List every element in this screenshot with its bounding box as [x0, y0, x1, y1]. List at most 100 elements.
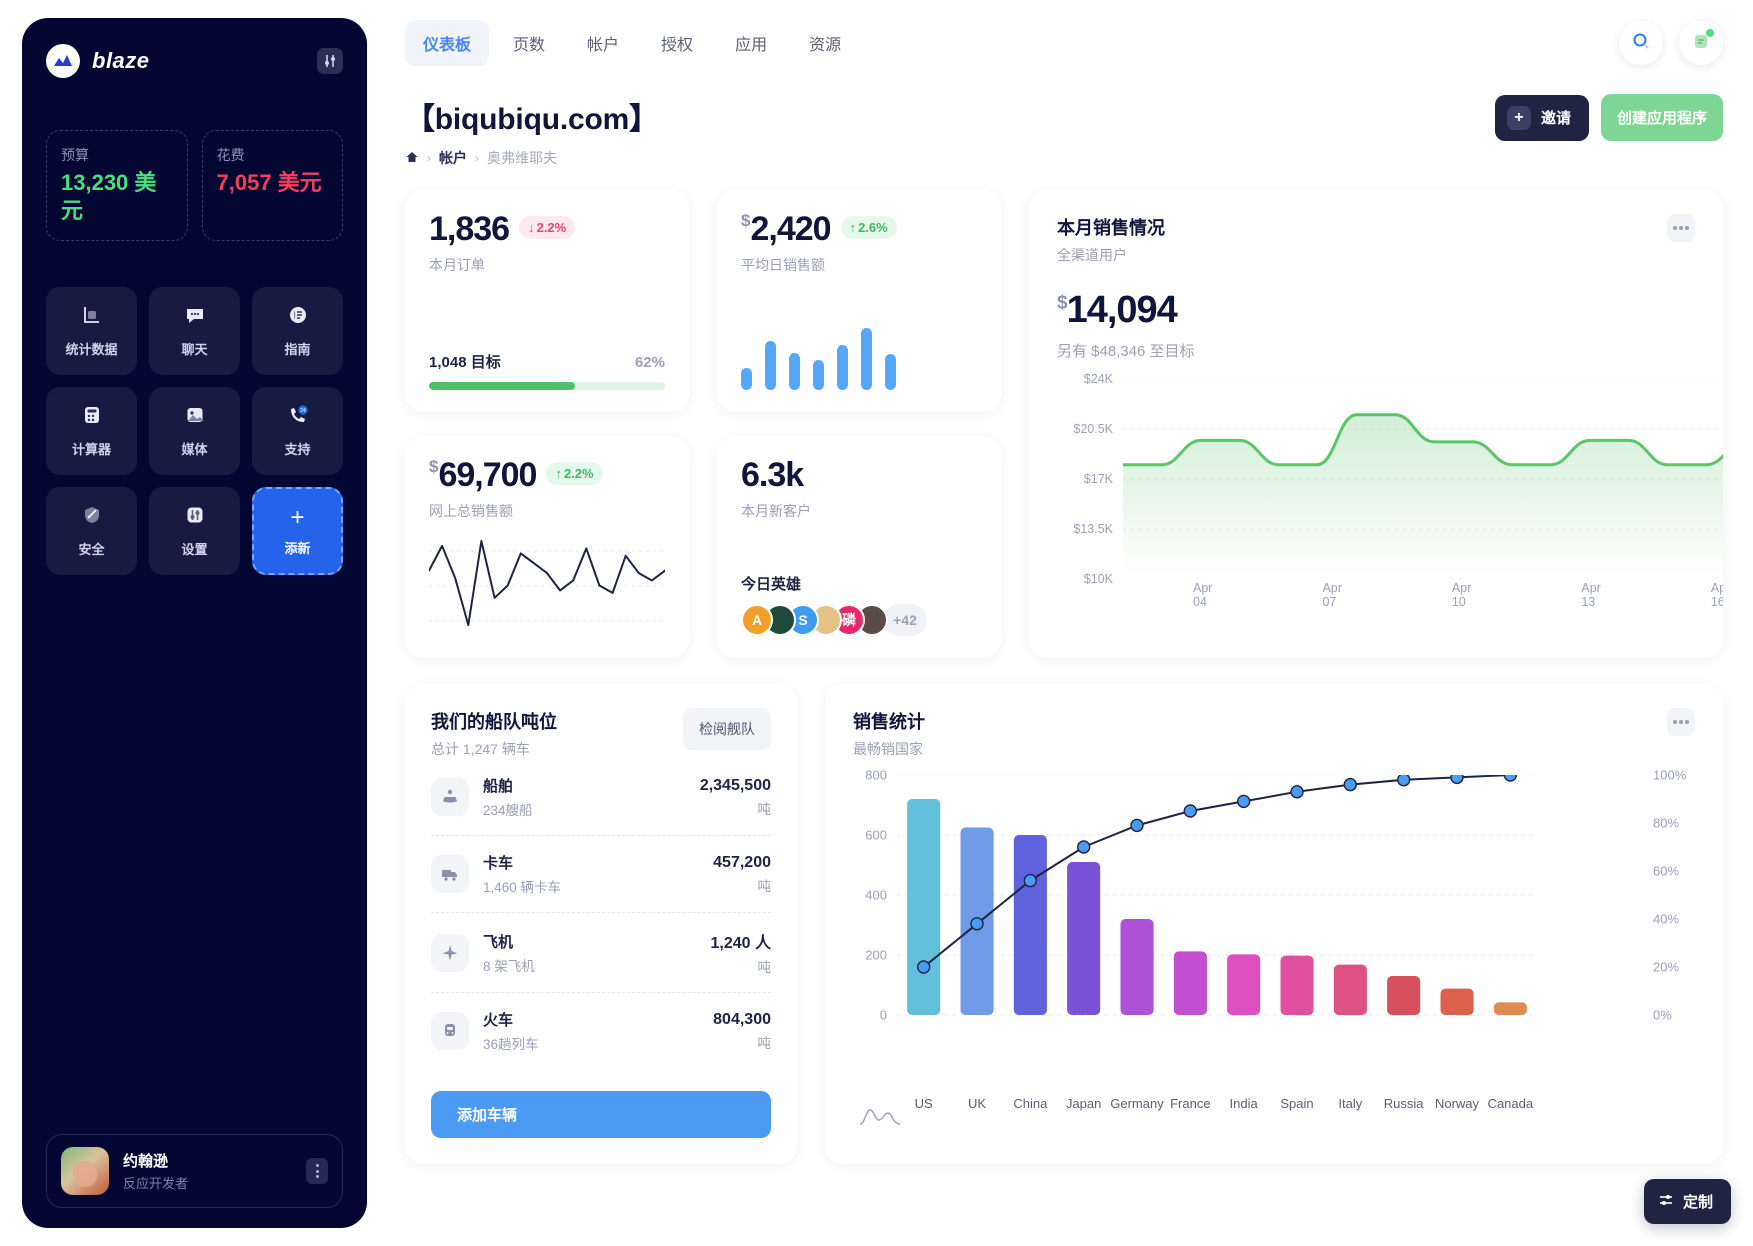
avatar-initial[interactable]: A	[741, 604, 773, 636]
tab-applications[interactable]: 应用	[717, 20, 785, 66]
orders-goal-percent: 62%	[634, 354, 665, 371]
support-24-icon: 24	[287, 404, 309, 431]
row-text: 船舶 234艘船	[483, 775, 533, 819]
blaze-logo-icon	[46, 44, 80, 78]
orders-goal-label: 1,048 目标	[429, 354, 501, 371]
currency-symbol: $	[741, 211, 751, 230]
minibar	[885, 354, 896, 390]
fleet-subtitle: 总计 1,247 辆车	[431, 741, 530, 757]
page-header: 【biqubiqu.com】 › 帐户 › 奥弗维耶夫 + 邀请 创建应用程序	[405, 94, 1723, 168]
train-icon	[431, 1012, 469, 1050]
tab-pages[interactable]: 页数	[495, 20, 563, 66]
orders-goal-row: 1,048 目标 62%	[429, 351, 665, 372]
profile-menu-icon[interactable]	[306, 1158, 328, 1184]
create-app-button[interactable]: 创建应用程序	[1600, 94, 1723, 141]
page-header-text: 【biqubiqu.com】 › 帐户 › 奥弗维耶夫	[405, 94, 659, 168]
tile-statistics[interactable]: 统计数据	[46, 287, 137, 375]
tile-calculator[interactable]: 计算器	[46, 387, 137, 475]
table-row[interactable]: 火车 36趟列车 804,300 吨	[431, 993, 771, 1069]
svg-text:24: 24	[300, 408, 306, 414]
stats-head: 销售统计 最畅销国家	[853, 708, 1695, 759]
sidebar-sliders-icon[interactable]	[317, 48, 343, 74]
row-values: 457,200 吨	[713, 854, 771, 895]
tile-label: 统计数据	[65, 342, 118, 357]
minibar	[861, 328, 872, 390]
stats-subtitle: 最畅销国家	[853, 741, 923, 757]
review-fleet-button[interactable]: 检阅舰队	[683, 708, 771, 750]
data-point	[1237, 794, 1251, 809]
axis-tick-label: Germany	[1110, 1096, 1164, 1111]
tile-chat[interactable]: 聊天	[149, 287, 240, 375]
budget-card-budget: 预算 13,230 美元	[46, 130, 188, 241]
breadcrumb-current: 奥弗维耶夫	[487, 150, 557, 166]
add-vehicle-button[interactable]: 添加车辆	[431, 1091, 771, 1138]
bar	[1333, 964, 1367, 1015]
row-name: 飞机	[483, 933, 514, 951]
top-navigation: 仪表板 页数 帐户 授权 应用 资源	[405, 20, 1723, 66]
table-row[interactable]: 卡车 1,460 辆卡车 457,200 吨	[431, 836, 771, 913]
monthly-sales-value: $14,094	[1057, 289, 1695, 332]
more-dots-icon[interactable]	[1667, 214, 1695, 242]
user-profile-card[interactable]: 约翰逊 反应开发者	[46, 1134, 343, 1208]
tile-support[interactable]: 24 支持	[252, 387, 343, 475]
total-sales-head: $69,700 ↑ 2.2%	[429, 458, 665, 492]
budget-card-spend: 花费 7,057 美元	[201, 130, 343, 241]
table-row[interactable]: 飞机 8 架飞机 1,240 人 吨	[431, 913, 771, 993]
row-meta: 234艘船	[483, 803, 533, 818]
home-icon[interactable]	[405, 150, 419, 167]
axis-tick-label: 400	[865, 887, 887, 903]
customize-button[interactable]: 定制	[1643, 1179, 1731, 1224]
invite-label: 邀请	[1540, 110, 1571, 127]
tab-accounts[interactable]: 帐户	[569, 20, 637, 66]
notifications-button[interactable]	[1679, 21, 1723, 65]
search-button[interactable]	[1619, 21, 1663, 65]
calculator-icon	[81, 404, 103, 431]
data-point	[917, 960, 931, 974]
more-dots-icon[interactable]	[1667, 708, 1695, 736]
orders-change-badge: ↓ 2.2%	[519, 216, 576, 239]
kpi-column-left: 1,836 ↓ 2.2% 本月订单 1,048 目标 62% $69,700 ↑…	[405, 190, 689, 658]
currency-symbol: $	[1057, 292, 1068, 314]
axis-tick-label: $17K	[1083, 472, 1113, 486]
total-sales-change-value: 2.2%	[563, 466, 594, 481]
table-row[interactable]: 船舶 234艘船 2,345,500 吨	[431, 759, 771, 836]
bottom-row: 我们的船队吨位 总计 1,247 辆车 检阅舰队 船舶 234艘船 2,345,…	[405, 684, 1723, 1164]
axis-tick-label: 20%	[1653, 959, 1680, 975]
row-value: 457,200	[713, 853, 771, 871]
sliders-icon	[184, 504, 206, 531]
breadcrumb-parent[interactable]: 帐户	[439, 148, 467, 168]
new-customers-subtitle: 本月新客户	[741, 503, 811, 519]
breadcrumb: › 帐户 › 奥弗维耶夫	[405, 148, 659, 168]
monthly-sales-card: 本月销售情况 全渠道用户 $14,094 另有 $48,346 至目标 $10K…	[1029, 190, 1723, 658]
avatar-more-count[interactable]: +42	[883, 604, 927, 636]
row-name: 船舶	[483, 778, 514, 795]
row-text: 卡车 1,460 辆卡车	[483, 852, 561, 896]
tab-resources[interactable]: 资源	[791, 20, 859, 66]
monthly-sales-titles: 本月销售情况 全渠道用户	[1057, 214, 1165, 265]
tile-guide[interactable]: 指南	[252, 287, 343, 375]
brand[interactable]: blaze	[46, 44, 150, 78]
data-point	[1023, 873, 1038, 888]
hero-avatar-stack[interactable]: A S 磷 +42	[741, 604, 977, 636]
area-chart-y-axis: $10K $13.5K $17K $20.5K $24K	[1057, 372, 1113, 586]
orders-kpi-head: 1,836 ↓ 2.2%	[429, 212, 665, 246]
tile-add-new[interactable]: + 添新	[252, 487, 343, 575]
axis-tick-label: 100%	[1653, 767, 1687, 783]
row-name: 卡车	[483, 855, 514, 872]
daily-sales-kpi-card: $2,420 ↑ 2.6% 平均日销售额	[717, 190, 1001, 412]
tile-settings[interactable]: 设置	[149, 487, 240, 575]
invite-button[interactable]: + 邀请	[1494, 94, 1589, 141]
axis-tick-label: France	[1170, 1096, 1211, 1111]
ship-icon	[431, 778, 469, 816]
axis-tick-label: $24K	[1083, 372, 1113, 386]
customize-label: 定制	[1682, 1194, 1713, 1211]
tab-authorization[interactable]: 授权	[643, 20, 711, 66]
tile-security[interactable]: 安全	[46, 487, 137, 575]
fleet-titles: 我们的船队吨位 总计 1,247 辆车	[431, 708, 557, 759]
axis-tick-label: US	[914, 1096, 933, 1111]
stats-title: 销售统计	[853, 712, 925, 732]
tab-dashboard[interactable]: 仪表板	[405, 20, 490, 66]
tile-media[interactable]: 媒体	[149, 387, 240, 475]
bar	[1067, 862, 1101, 1015]
minibar	[765, 341, 776, 390]
